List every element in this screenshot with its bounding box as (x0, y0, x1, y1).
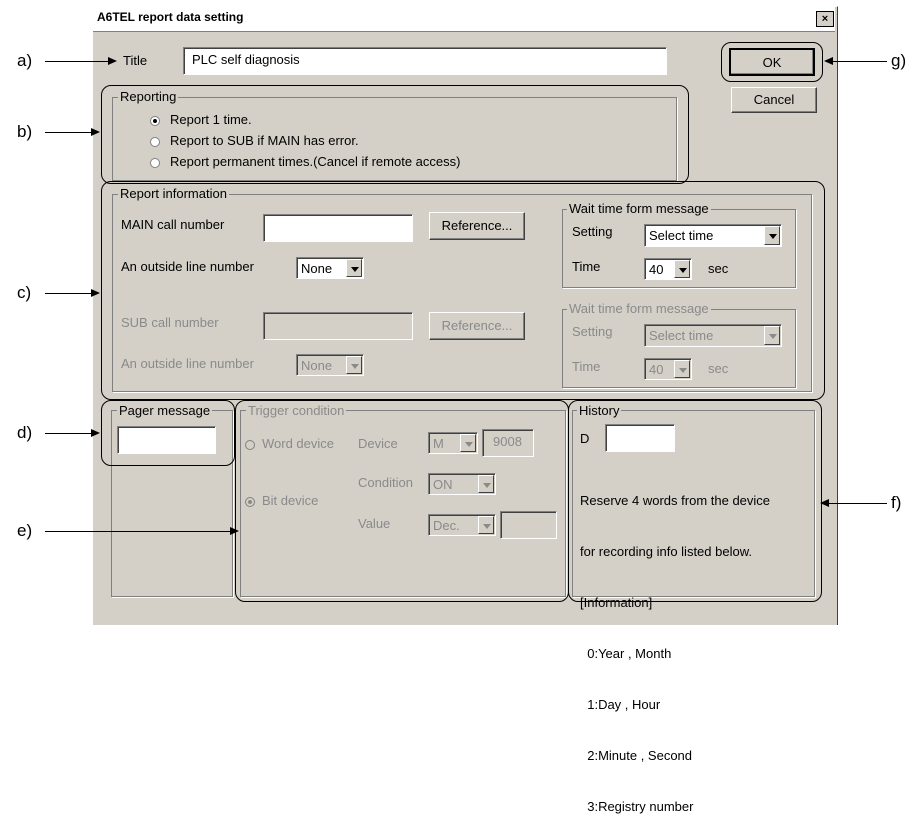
callout-box-f (568, 400, 822, 602)
arrow-right-icon (91, 289, 100, 297)
callout-box-b (101, 85, 689, 184)
annotation-c: c) (17, 283, 32, 302)
callout-box-d (101, 400, 235, 466)
annotation-a: a) (17, 51, 33, 70)
arrow-right-icon (108, 57, 117, 65)
annotation-d: d) (17, 423, 33, 442)
callout-box-e (235, 400, 569, 602)
arrow-right-icon (91, 429, 100, 437)
title-label: Title (123, 53, 148, 68)
callout-box-g (721, 42, 823, 82)
history-line: 3:Registry number (580, 799, 694, 814)
arrow-e-line (45, 531, 230, 532)
annotation-e: e) (17, 521, 33, 540)
close-button[interactable]: × (816, 11, 834, 27)
window-title: A6TEL report data setting (97, 10, 244, 24)
annotation-b: b) (17, 122, 33, 141)
arrow-left-icon (824, 57, 833, 65)
arrow-b-line (45, 132, 91, 133)
arrow-g-line (833, 61, 887, 62)
title-input[interactable]: PLC self diagnosis (183, 47, 667, 75)
history-line: 1:Day , Hour (580, 697, 661, 712)
annotation-g: g) (891, 51, 907, 70)
arrow-c-line (45, 293, 91, 294)
arrow-left-icon (820, 499, 829, 507)
cancel-button[interactable]: Cancel (731, 87, 817, 113)
arrow-f-line (829, 503, 887, 504)
history-line: 0:Year , Month (580, 646, 672, 661)
arrow-right-icon (230, 527, 239, 535)
arrow-a-line (45, 61, 108, 62)
callout-box-c (101, 181, 825, 400)
annotation-f: f) (891, 493, 902, 512)
arrow-d-line (45, 433, 91, 434)
history-line: 2:Minute , Second (580, 748, 693, 763)
arrow-right-icon (91, 128, 100, 136)
